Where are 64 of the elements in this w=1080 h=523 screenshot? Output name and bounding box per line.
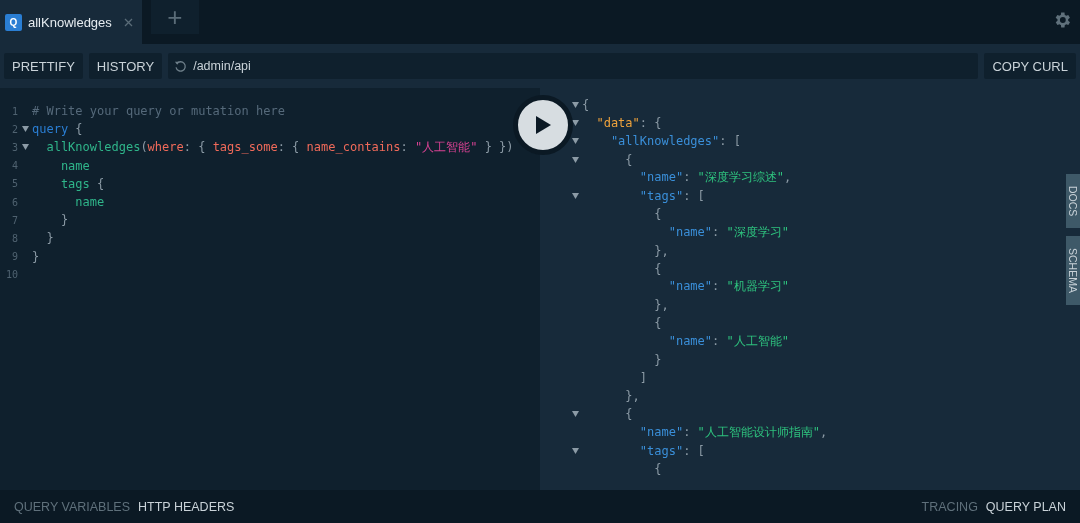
code-line: query { — [32, 122, 83, 137]
copy-curl-button[interactable]: COPY CURL — [984, 53, 1076, 79]
fold-arrow-icon[interactable] — [571, 193, 579, 200]
json-line: ] — [638, 370, 648, 385]
fold-arrow-icon[interactable] — [21, 126, 29, 133]
fold-arrow-icon[interactable] — [571, 138, 579, 145]
fold-arrow-icon[interactable] — [571, 411, 579, 418]
footer-tab[interactable]: QUERY PLAN — [985, 499, 1066, 514]
line-number: 2 — [10, 123, 18, 135]
footer-tab[interactable]: HTTP HEADERS — [138, 499, 235, 514]
code-line: # Write your query or mutation here — [32, 104, 285, 119]
json-line: { — [653, 261, 662, 276]
json-line: }, — [653, 298, 669, 313]
code-line: } — [32, 249, 40, 264]
json-line: "name": "机器学习" — [667, 278, 789, 296]
line-number: 4 — [10, 160, 18, 172]
line-number: 1 — [10, 105, 18, 117]
json-line: { — [653, 207, 662, 222]
line-number: 3 — [10, 141, 18, 153]
code-line: tags { — [59, 176, 105, 191]
tab-label: allKnowledges — [28, 14, 112, 30]
reload-icon[interactable] — [174, 59, 188, 73]
line-number: 9 — [10, 251, 18, 263]
fold-arrow-icon[interactable] — [21, 144, 29, 151]
json-line: }, — [653, 243, 669, 258]
fold-arrow-icon[interactable] — [571, 102, 579, 109]
line-number: 5 — [10, 178, 18, 190]
json-line: "tags": [ — [638, 189, 705, 204]
code-line: } — [45, 231, 54, 246]
json-line: { — [653, 316, 662, 331]
query-badge: Q — [5, 13, 22, 31]
json-line: "allKnowledges": [ — [609, 134, 741, 149]
side-tab[interactable]: DOCS — [1066, 174, 1080, 229]
json-line: "data": { — [595, 116, 662, 131]
url-text: /admin/api — [193, 59, 251, 73]
url-field[interactable]: /admin/api — [168, 53, 979, 79]
code-line: name — [74, 195, 105, 210]
json-line: } — [653, 352, 662, 367]
json-line: { — [653, 461, 662, 476]
json-line: "name": "深度学习" — [667, 223, 789, 241]
code-line: allKnowledges(where: { tags_some: { name_contains: "人工智能" } }) — [45, 138, 514, 156]
line-number: 6 — [10, 196, 18, 208]
code-line: } — [59, 213, 69, 228]
close-icon[interactable] — [123, 17, 133, 27]
code-line: name — [59, 158, 90, 173]
json-line: "name": "人工智能设计师指南", — [638, 423, 828, 441]
line-number: 8 — [10, 232, 18, 244]
fold-arrow-icon[interactable] — [571, 156, 579, 163]
line-number: 10 — [4, 269, 18, 281]
json-line: { — [582, 98, 590, 113]
side-tab[interactable]: SCHEMA — [1066, 236, 1080, 306]
json-line: "name": "深度学习综述", — [638, 169, 792, 187]
query-tab[interactable]: Q allKnowledges — [0, 0, 142, 44]
json-line: { — [624, 407, 633, 422]
toolbar-button[interactable]: HISTORY — [88, 53, 163, 79]
json-line: "name": "人工智能" — [667, 333, 789, 351]
fold-arrow-icon[interactable] — [571, 120, 579, 127]
json-line: }, — [624, 389, 640, 404]
json-line: { — [624, 152, 633, 167]
play-icon — [535, 116, 551, 134]
fold-arrow-icon[interactable] — [571, 447, 579, 454]
json-line: "tags": [ — [638, 443, 705, 458]
toolbar-button[interactable]: PRETTIFY — [4, 53, 83, 79]
line-number: 7 — [10, 214, 18, 226]
